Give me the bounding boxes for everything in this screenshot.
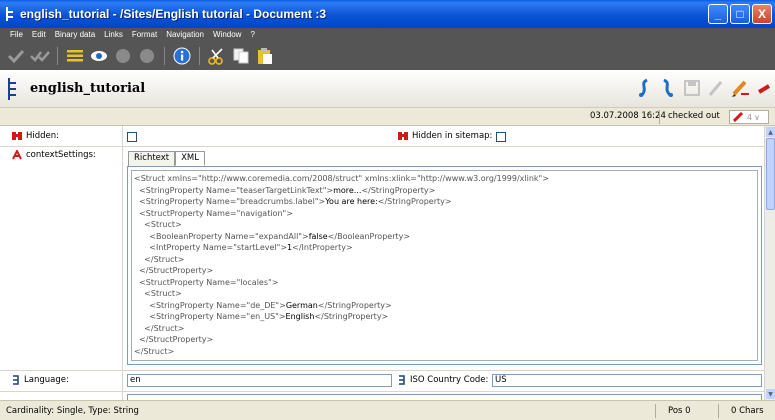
char-count: 0 Chars [731, 406, 764, 416]
editor-tabs: Richtext XML [128, 151, 206, 166]
toolbar-separator [57, 47, 58, 65]
menu-navigation[interactable]: Navigation [166, 30, 204, 42]
modification-date: 03.07.2008 16:24 [590, 111, 666, 121]
xml-line: <StructProperty Name="locales"> [134, 277, 279, 287]
language-input[interactable]: en [127, 374, 392, 387]
column-divider [122, 126, 123, 400]
xml-line: <Struct> [134, 220, 182, 229]
xml-line: </Struct> [134, 346, 175, 356]
window-controls: _ □ X [708, 4, 772, 24]
xml-line: </Struct> [134, 323, 185, 333]
save-icon[interactable] [683, 78, 701, 98]
language-label: Language: [12, 375, 69, 385]
document-status-strip: 03.07.2008 16:24 checked out 4 ∨ [0, 108, 775, 126]
window-titlebar[interactable]: english_tutorial - /Sites/English tutori… [0, 0, 775, 28]
disabled-circle-icon[interactable] [113, 46, 133, 66]
hidden-checkbox[interactable] [127, 132, 137, 142]
cursor-position: Pos 0 [668, 406, 691, 416]
close-button[interactable]: X [752, 4, 772, 24]
list-icon[interactable] [65, 46, 85, 66]
menu-toolbar-area: File Edit Binary data Links Format Navig… [0, 28, 775, 70]
required-flag-icon [398, 132, 408, 140]
document-icon [6, 7, 14, 21]
text-field-icon [399, 375, 405, 385]
xml-line: <StringProperty Name="breadcrumbs.label"… [134, 197, 452, 206]
link-reverse-icon[interactable] [659, 78, 677, 98]
context-settings-label: contextSettings: [12, 150, 96, 160]
xml-line: <StringProperty Name="en_US">English</St… [134, 312, 389, 321]
xml-line: <StringProperty Name="de_DE">German</Str… [134, 300, 392, 310]
divider [659, 110, 660, 124]
document-actions [635, 78, 771, 98]
menubar: File Edit Binary data Links Format Navig… [0, 28, 775, 42]
hidden-in-sitemap-label: Hidden in sitemap: [398, 131, 492, 141]
copy-icon[interactable] [231, 46, 251, 66]
menu-links[interactable]: Links [104, 30, 123, 42]
menu-file[interactable]: File [10, 30, 23, 42]
disabled-circle-icon-2[interactable] [137, 46, 157, 66]
toolbar-separator [164, 47, 165, 65]
edit-icon[interactable] [707, 78, 725, 98]
xml-line: </StructProperty> [134, 335, 214, 344]
version-selector[interactable]: 4 ∨ [729, 110, 769, 124]
document-type-icon [8, 78, 18, 100]
statusbar: Cardinality: Single, Type: String Pos 0 … [0, 400, 775, 420]
xml-editor-content[interactable]: <Struct xmlns="http://www.coremedia.com/… [131, 170, 758, 361]
tab-richtext[interactable]: Richtext [128, 151, 176, 166]
xml-line: <StringProperty Name="teaserTargetLinkTe… [134, 185, 436, 195]
menu-format[interactable]: Format [132, 30, 157, 42]
scroll-up-icon[interactable]: ▲ [766, 127, 775, 137]
status-text: Cardinality: Single, Type: String [6, 406, 139, 416]
iso-country-code-label: ISO Country Code: [398, 375, 488, 385]
menu-help[interactable]: ? [250, 30, 254, 42]
check-icon[interactable] [6, 46, 26, 66]
divider [655, 404, 656, 418]
scroll-thumb[interactable] [766, 138, 775, 210]
document-title: english_tutorial [30, 81, 146, 96]
toolbar [0, 42, 775, 70]
xml-editor[interactable]: <Struct xmlns="http://www.coremedia.com/… [127, 166, 762, 365]
maximize-button[interactable]: □ [730, 4, 750, 24]
xml-line: <Struct xmlns="http://www.coremedia.com/… [134, 174, 549, 183]
scroll-down-icon[interactable]: ▼ [766, 389, 775, 399]
view-icon[interactable] [89, 46, 109, 66]
property-form: Hidden: Hidden in sitemap: contextSettin… [0, 126, 764, 400]
toolbar-separator [199, 47, 200, 65]
row-divider [0, 370, 764, 371]
xml-line: <BooleanProperty Name="expandAll">false<… [134, 231, 411, 241]
minimize-button[interactable]: _ [708, 4, 728, 24]
check-all-icon[interactable] [30, 46, 50, 66]
window-title: english_tutorial - /Sites/English tutori… [20, 7, 327, 21]
divider [718, 404, 719, 418]
document-header: english_tutorial [0, 70, 775, 108]
hidden-label: Hidden: [12, 131, 59, 141]
row-divider [0, 146, 764, 147]
link-a-icon [12, 150, 22, 160]
menu-binary-data[interactable]: Binary data [55, 30, 95, 42]
text-field-icon [13, 375, 19, 385]
chevron-down-icon: ∨ [754, 112, 760, 122]
info-icon[interactable] [172, 46, 192, 66]
iso-country-code-input[interactable]: US [492, 374, 762, 387]
xml-line: </Struct> [134, 254, 185, 264]
checkout-state: checked out [668, 111, 720, 121]
tab-xml[interactable]: XML [175, 151, 206, 166]
xml-line: <StructProperty Name="navigation"> [134, 208, 293, 218]
link-blue-icon[interactable] [635, 78, 653, 98]
xml-line: </StructProperty> [134, 266, 214, 275]
xml-line: <IntProperty Name="startLevel">1</IntPro… [134, 243, 353, 252]
form-scrollbar[interactable]: ▲ ▼ [764, 126, 775, 400]
menu-window[interactable]: Window [213, 30, 241, 42]
cut-icon[interactable] [207, 46, 227, 66]
row-divider [0, 391, 764, 392]
paste-icon[interactable] [255, 46, 275, 66]
pencil-icon [733, 112, 744, 122]
pen-edit-icon[interactable] [731, 78, 751, 98]
hidden-in-sitemap-checkbox[interactable] [496, 132, 506, 142]
required-flag-icon [12, 132, 22, 140]
erase-icon[interactable] [757, 78, 771, 98]
xml-line: <Struct> [134, 289, 182, 298]
menu-edit[interactable]: Edit [32, 30, 46, 42]
version-number: 4 [747, 112, 753, 122]
